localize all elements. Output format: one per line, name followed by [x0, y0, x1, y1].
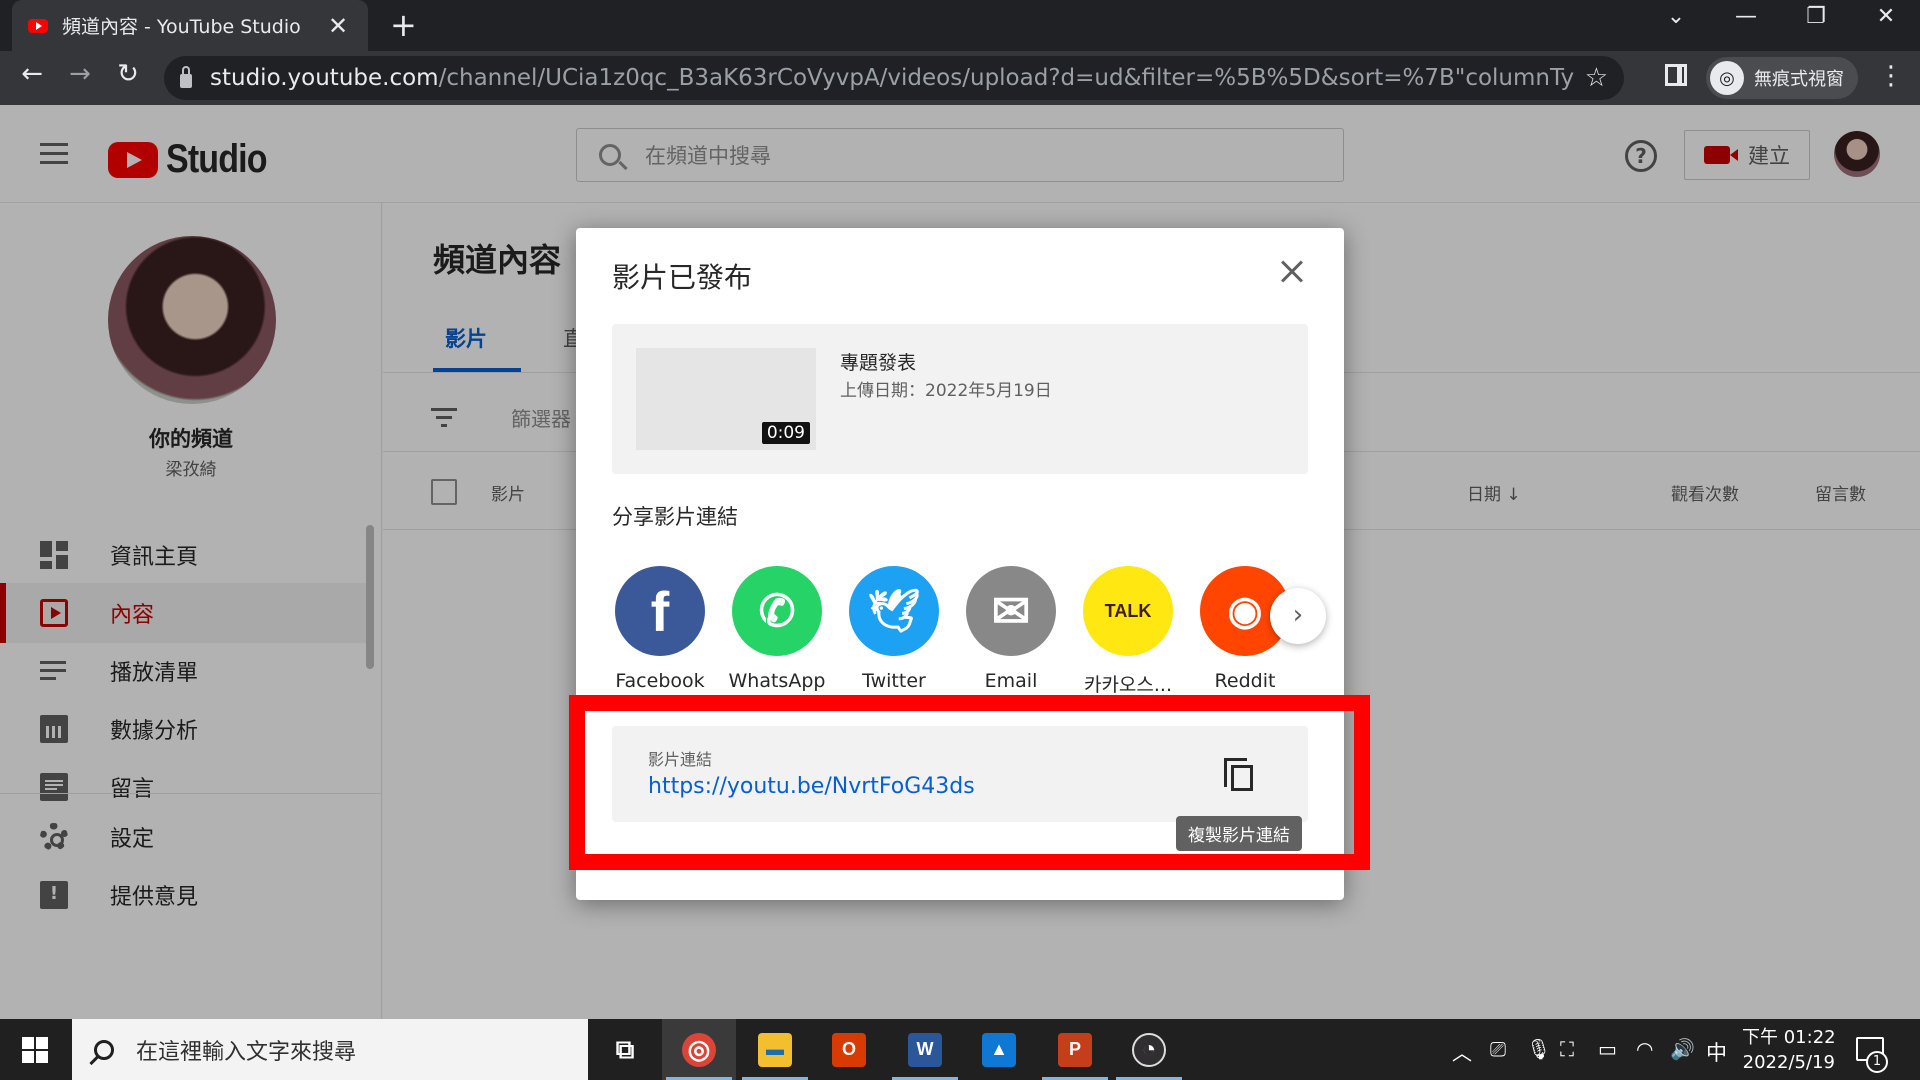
- new-tab-button[interactable]: +: [390, 6, 417, 44]
- minimize-button[interactable]: —: [1716, 4, 1776, 29]
- tab-title: 頻道內容 - YouTube Studio: [62, 16, 301, 38]
- tab-search-icon[interactable]: ⌄: [1646, 4, 1706, 29]
- chrome-icon: ◎: [682, 1032, 716, 1067]
- taskbar-chrome[interactable]: ◎: [662, 1019, 736, 1080]
- notification-count-badge: 1: [1866, 1051, 1888, 1073]
- share-target-label: Twitter: [862, 670, 926, 692]
- share-next-arrow-icon[interactable]: ›: [1270, 588, 1326, 644]
- share-kakaostory-button[interactable]: TALK 카카오스...: [1070, 566, 1186, 697]
- clock-date: 2022/5/19: [1742, 1052, 1835, 1073]
- taskbar-powerpoint[interactable]: P: [1038, 1019, 1112, 1080]
- browser-tab[interactable]: 頻道內容 - YouTube Studio ✕: [12, 0, 368, 51]
- dialog-title: 影片已發布: [612, 261, 753, 294]
- forward-button[interactable]: →: [60, 59, 100, 89]
- clock-time: 下午 01:22: [1742, 1027, 1836, 1048]
- powerpoint-icon: P: [1058, 1032, 1092, 1067]
- facebook-icon: f: [615, 566, 705, 656]
- close-icon[interactable]: [1276, 256, 1308, 288]
- browser-tabstrip: 頻道內容 - YouTube Studio ✕ + ⌄ — ❐ ✕: [0, 0, 1920, 51]
- task-view-icon: ⧉: [615, 1033, 635, 1064]
- share-email-button[interactable]: ✉ Email: [953, 566, 1069, 692]
- obs-icon: ◔: [1132, 1032, 1166, 1067]
- side-panel-icon[interactable]: [1665, 64, 1687, 86]
- incognito-indicator[interactable]: ◎ 無痕式視窗: [1706, 57, 1858, 99]
- taskbar-office[interactable]: O: [812, 1019, 886, 1080]
- share-target-label: 카카오스...: [1083, 674, 1173, 696]
- share-target-label: Reddit: [1214, 670, 1276, 692]
- task-view-button[interactable]: ⧉: [588, 1019, 662, 1080]
- video-duration: 0:09: [761, 422, 810, 444]
- taskbar-search-placeholder: 在這裡輸入文字來搜尋: [136, 1039, 357, 1065]
- taskbar-word[interactable]: W: [888, 1019, 962, 1080]
- tab-close-icon[interactable]: ✕: [324, 12, 352, 40]
- share-target-label: Facebook: [615, 670, 705, 692]
- reload-button[interactable]: ↻: [108, 59, 148, 89]
- browser-toolbar: ← → ↻ studio.youtube.com/channel/UCia1z0…: [0, 51, 1920, 105]
- microphone-icon[interactable]: 🎙: [1526, 1037, 1551, 1061]
- office-icon: O: [832, 1032, 866, 1067]
- share-section-label: 分享影片連結: [612, 505, 738, 529]
- photos-icon: ▲: [982, 1032, 1016, 1067]
- word-icon: W: [908, 1032, 942, 1067]
- share-whatsapp-button[interactable]: ✆ WhatsApp: [719, 566, 835, 692]
- windows-taskbar: 在這裡輸入文字來搜尋 ⧉ ◎ ▬ O W ▲ P ◔ ︿ ⎚ 🎙 ⛶ ▭ ◠ 🔊…: [0, 1019, 1920, 1080]
- url-path: /channel/UCia1z0qc_B3aK63rCoVyvpA/videos…: [438, 65, 1575, 91]
- kakaotalk-icon: TALK: [1083, 566, 1173, 656]
- url-text[interactable]: studio.youtube.com/channel/UCia1z0qc_B3a…: [210, 65, 1575, 91]
- wifi-icon[interactable]: ◠: [1636, 1037, 1653, 1061]
- taskbar-photos[interactable]: ▲: [962, 1019, 1036, 1080]
- ime-indicator[interactable]: 中: [1706, 1037, 1727, 1067]
- restore-button[interactable]: ❐: [1786, 4, 1846, 29]
- share-facebook-button[interactable]: f Facebook: [602, 566, 718, 692]
- screen-record-icon[interactable]: ⛶: [1560, 1037, 1574, 1061]
- browser-menu-icon[interactable]: ⋮: [1878, 61, 1904, 91]
- share-target-label: WhatsApp: [728, 670, 826, 692]
- window-close-button[interactable]: ✕: [1856, 4, 1916, 29]
- video-card: 0:09 專題發表 上傳日期：2022年5月19日: [612, 324, 1308, 474]
- email-icon: ✉: [966, 566, 1056, 656]
- incognito-icon: ◎: [1710, 61, 1744, 95]
- search-icon: [94, 1039, 114, 1060]
- folder-icon: ▬: [758, 1032, 792, 1067]
- taskbar-obs[interactable]: ◔: [1112, 1019, 1186, 1080]
- bookmark-star-icon[interactable]: ☆: [1585, 63, 1608, 93]
- lock-icon[interactable]: [180, 66, 192, 88]
- incognito-label: 無痕式視窗: [1754, 69, 1844, 90]
- video-thumbnail[interactable]: 0:09: [636, 348, 816, 450]
- taskbar-search-input[interactable]: 在這裡輸入文字來搜尋: [72, 1019, 588, 1080]
- share-twitter-button[interactable]: 🕊 Twitter: [836, 566, 952, 692]
- red-highlight-box: [569, 695, 1370, 870]
- battery-icon[interactable]: ▭: [1598, 1037, 1617, 1061]
- taskbar-file-explorer[interactable]: ▬: [738, 1019, 812, 1080]
- address-bar[interactable]: studio.youtube.com/channel/UCia1z0qc_B3a…: [164, 56, 1624, 100]
- volume-icon[interactable]: 🔊: [1670, 1037, 1695, 1061]
- upload-date: 上傳日期：2022年5月19日: [840, 381, 1052, 401]
- back-button[interactable]: ←: [12, 59, 52, 89]
- share-target-label: Email: [984, 670, 1038, 692]
- video-title: 專題發表: [840, 352, 917, 374]
- tray-chevron-icon[interactable]: ︿: [1452, 1037, 1472, 1066]
- meet-now-icon[interactable]: ⎚: [1490, 1037, 1506, 1061]
- youtube-favicon-icon: [28, 18, 48, 33]
- taskbar-clock[interactable]: 下午 01:22 2022/5/19: [1742, 1025, 1836, 1075]
- windows-start-icon[interactable]: [22, 1037, 48, 1063]
- twitter-icon: 🕊: [849, 566, 939, 656]
- url-host: studio.youtube.com: [210, 65, 439, 91]
- whatsapp-icon: ✆: [732, 566, 822, 656]
